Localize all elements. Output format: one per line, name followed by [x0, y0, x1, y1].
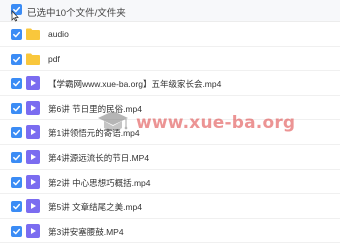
- list-item[interactable]: 第5讲 文章结尾之美.mp4: [0, 194, 340, 219]
- check-icon: [13, 179, 21, 185]
- check-icon: [13, 228, 21, 235]
- row-checkbox[interactable]: [11, 176, 22, 188]
- list-item[interactable]: 第6讲 节日里的民俗.mp4: [0, 96, 340, 121]
- row-checkbox[interactable]: [11, 127, 22, 139]
- video-file-icon: [26, 100, 40, 115]
- video-file-icon: [26, 149, 40, 164]
- file-name[interactable]: 第2讲 中心思想巧概括.mp4: [48, 177, 151, 189]
- video-file-icon: [26, 174, 40, 189]
- selection-count-label: 已选中10个文件/文件夹: [27, 8, 126, 19]
- list-item[interactable]: audio: [0, 22, 340, 47]
- file-list: audio pdf 【学霸网www.xue-ba.org】五年级家长会.mp4 …: [0, 22, 340, 244]
- row-checkbox[interactable]: [11, 225, 22, 237]
- list-item[interactable]: 【学霸网www.xue-ba.org】五年级家长会.mp4: [0, 71, 340, 96]
- check-icon: [13, 56, 21, 62]
- video-file-icon: [26, 76, 40, 91]
- file-name[interactable]: 【学霸网www.xue-ba.org】五年级家长会.mp4: [48, 78, 221, 90]
- check-icon: [13, 154, 21, 161]
- video-file-icon: [26, 125, 40, 140]
- row-checkbox[interactable]: [11, 53, 22, 65]
- list-item[interactable]: 第4讲源远流长的节日.MP4: [0, 145, 340, 170]
- check-icon: [13, 80, 21, 87]
- file-name[interactable]: 第3讲安塞腰鼓.MP4: [48, 226, 124, 238]
- row-checkbox[interactable]: [11, 102, 22, 114]
- selection-header: 已选中10个文件/文件夹: [0, 0, 340, 22]
- list-item[interactable]: 第2讲 中心思想巧概括.mp4: [0, 170, 340, 195]
- folder-icon: [26, 52, 40, 66]
- row-checkbox[interactable]: [11, 151, 22, 163]
- mouse-cursor-icon: [11, 10, 19, 22]
- file-name[interactable]: 第1讲领悟元的寄语.mp4: [48, 127, 140, 139]
- file-name[interactable]: audio: [48, 29, 69, 39]
- file-name[interactable]: 第4讲源远流长的节日.MP4: [48, 152, 149, 164]
- file-name[interactable]: 第6讲 节日里的民俗.mp4: [48, 103, 142, 115]
- list-item[interactable]: 第3讲安塞腰鼓.MP4: [0, 219, 340, 244]
- file-name[interactable]: pdf: [48, 54, 60, 64]
- video-file-icon: [26, 223, 40, 238]
- row-checkbox[interactable]: [11, 78, 22, 90]
- folder-icon: [26, 27, 40, 41]
- check-icon: [13, 130, 21, 136]
- check-icon: [13, 203, 21, 210]
- check-icon: [13, 31, 21, 38]
- row-checkbox[interactable]: [11, 201, 22, 213]
- video-file-icon: [26, 199, 40, 214]
- list-item[interactable]: 第1讲领悟元的寄语.mp4: [0, 120, 340, 145]
- file-name[interactable]: 第5讲 文章结尾之美.mp4: [48, 201, 142, 213]
- list-item[interactable]: pdf: [0, 47, 340, 72]
- row-checkbox[interactable]: [11, 29, 22, 40]
- check-icon: [13, 105, 21, 112]
